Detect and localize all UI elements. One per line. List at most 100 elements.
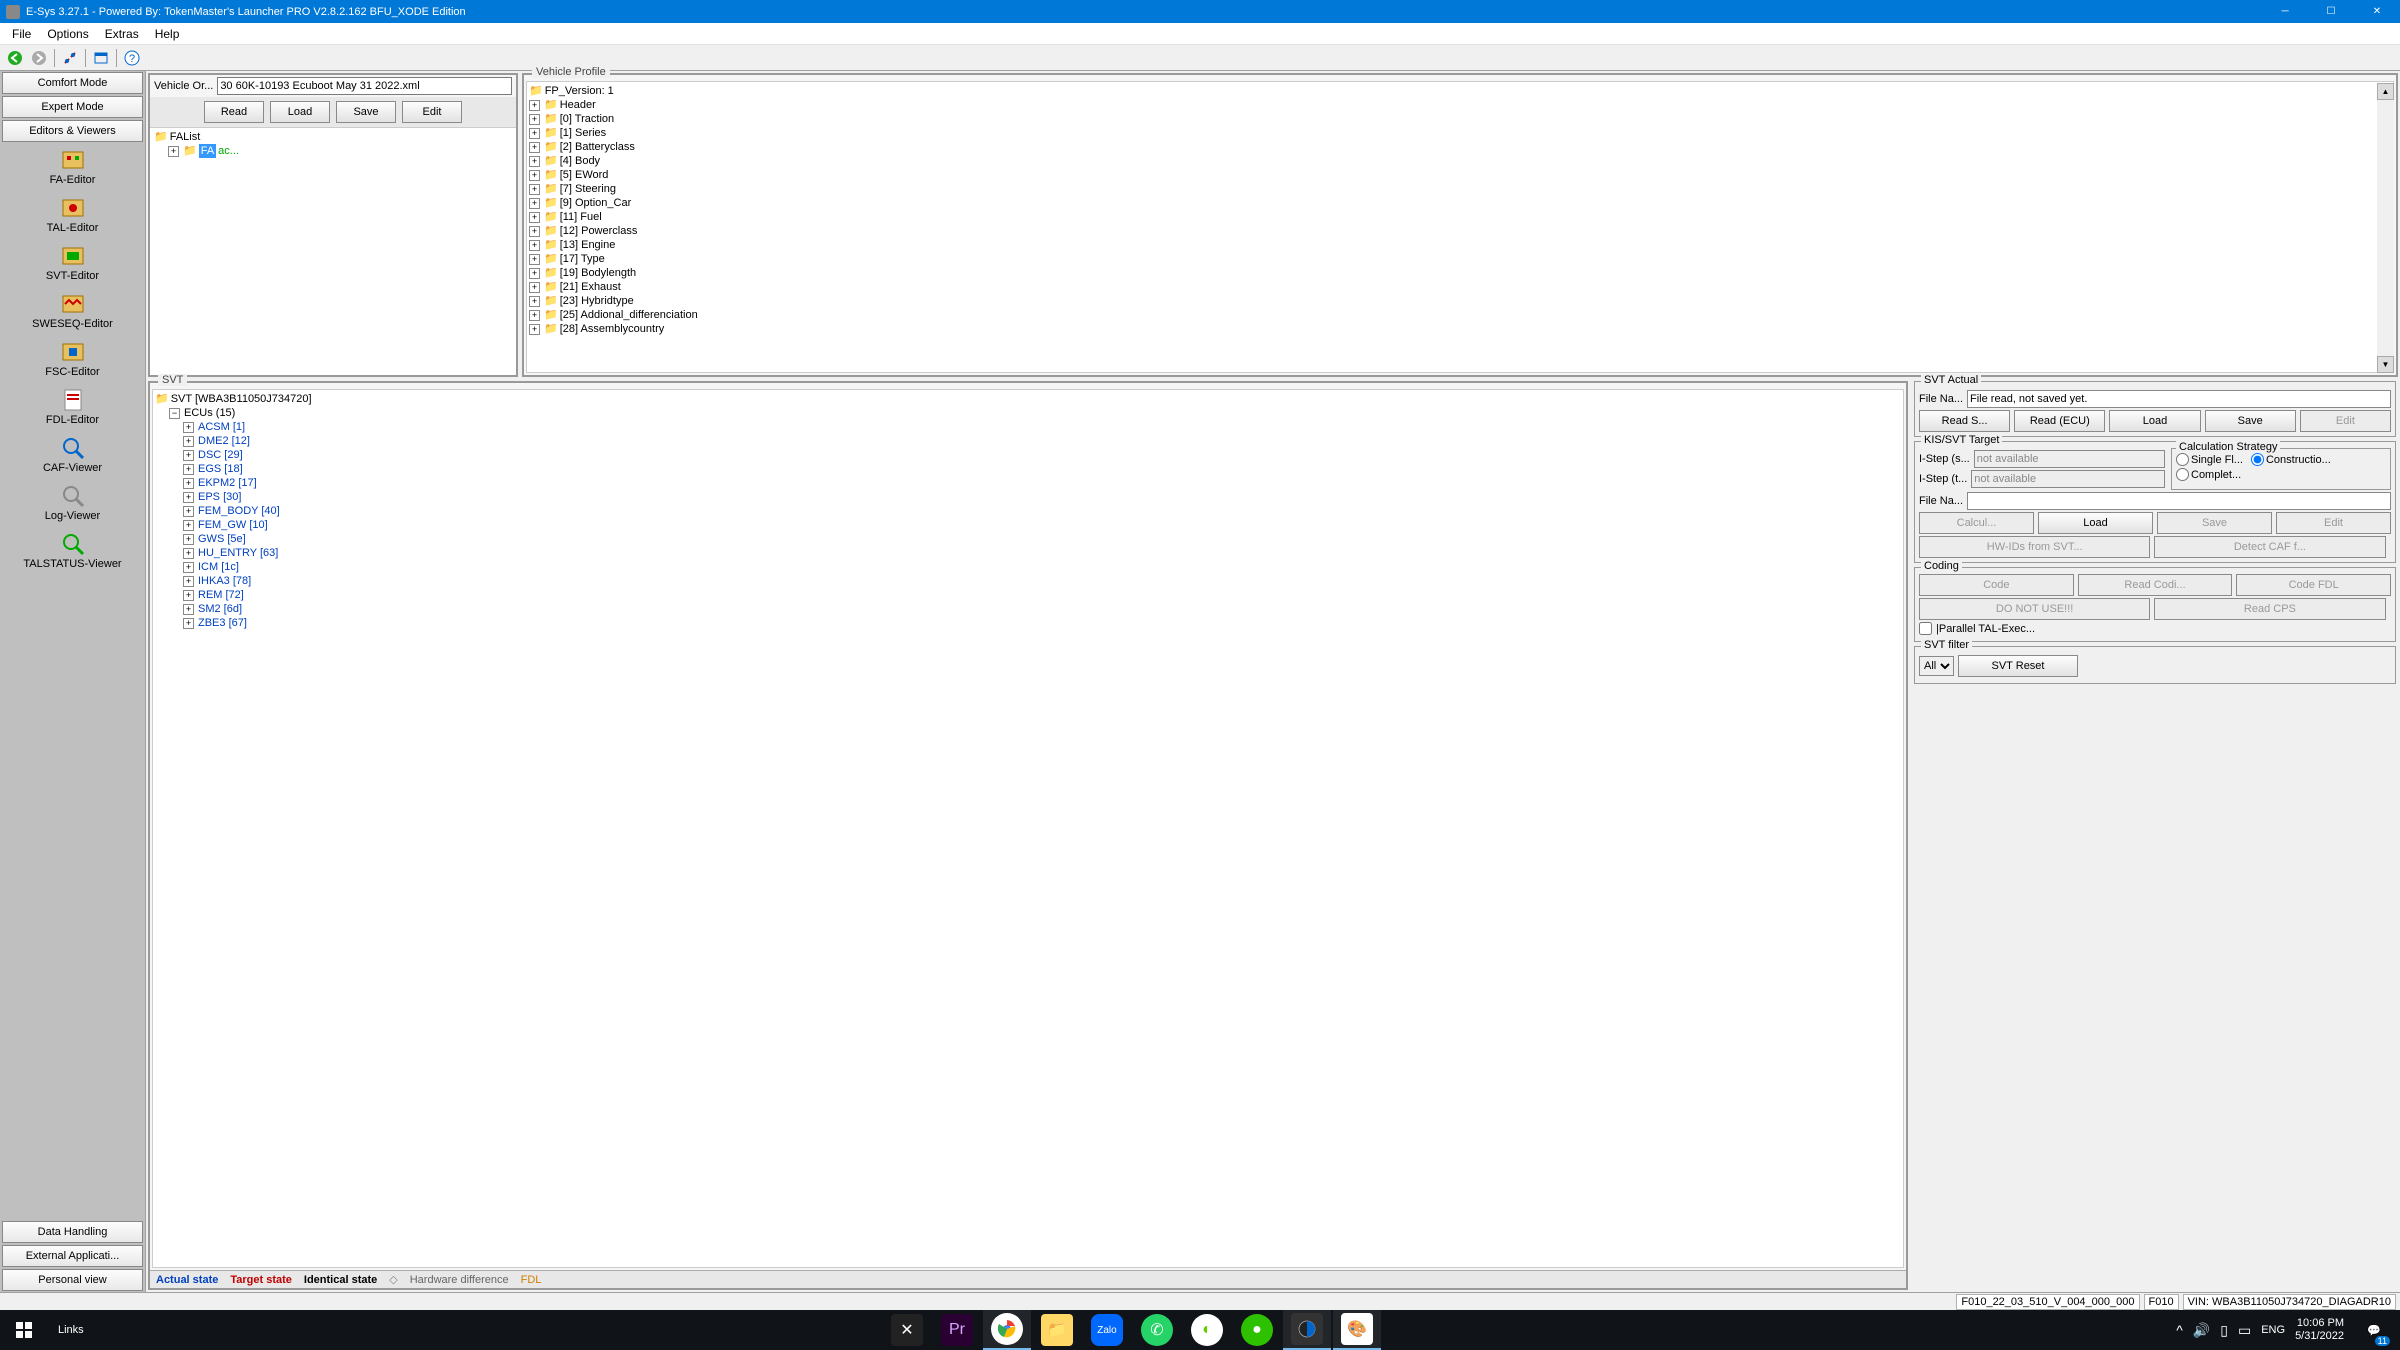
vo-load-button[interactable]: Load — [270, 101, 330, 123]
tray-battery-icon[interactable]: ▭ — [2238, 1322, 2251, 1339]
svt-ecus-node[interactable]: ECUs (15) — [184, 406, 235, 420]
expand-icon[interactable]: + — [183, 604, 194, 615]
ecu-item[interactable]: +ZBE3 [67] — [155, 616, 1901, 630]
taskbar-app-whatsapp[interactable]: ✆ — [1133, 1310, 1181, 1350]
vo-read-button[interactable]: Read — [204, 101, 264, 123]
menu-help[interactable]: Help — [147, 25, 188, 43]
expand-icon[interactable]: + — [529, 212, 540, 223]
ecu-item[interactable]: +GWS [5e] — [155, 532, 1901, 546]
expand-icon[interactable]: + — [529, 114, 540, 125]
tool-svt-editor[interactable]: SVT-Editor — [0, 239, 145, 287]
tool-fdl-editor[interactable]: FDL-Editor — [0, 383, 145, 431]
ecu-item[interactable]: +DSC [29] — [155, 448, 1901, 462]
menu-options[interactable]: Options — [39, 25, 96, 43]
tray-notifications-icon[interactable]: 💬11 — [2354, 1310, 2394, 1350]
expand-icon[interactable]: + — [183, 464, 194, 475]
tool-tal-editor[interactable]: TAL-Editor — [0, 191, 145, 239]
taskbar-app-chrome[interactable] — [983, 1310, 1031, 1350]
ecu-item[interactable]: +FEM_GW [10] — [155, 518, 1901, 532]
expand-icon[interactable]: + — [183, 506, 194, 517]
expand-icon[interactable]: + — [183, 478, 194, 489]
vp-tree[interactable]: 📁FP_Version: 1+📁Header+📁[0] Traction+📁[1… — [526, 81, 2394, 373]
radio-complete[interactable] — [2176, 468, 2189, 481]
tray-language[interactable]: ENG — [2261, 1324, 2285, 1336]
vo-tree[interactable]: 📁FAList +📁FAac... — [150, 127, 516, 375]
tree-node[interactable]: FAList — [170, 130, 201, 144]
svt-actual-file-input[interactable] — [1967, 390, 2391, 408]
vp-tree-item[interactable]: +📁[19] Bodylength — [529, 266, 2391, 280]
parallel-checkbox[interactable] — [1919, 622, 1932, 635]
svt-root[interactable]: SVT [WBA3B11050J734720] — [171, 392, 312, 406]
tool-fa-editor[interactable]: FA-Editor — [0, 143, 145, 191]
expand-icon[interactable]: + — [529, 324, 540, 335]
kis-load-button[interactable]: Load — [2038, 512, 2153, 534]
connect-icon[interactable] — [59, 47, 81, 69]
expand-icon[interactable]: + — [529, 282, 540, 293]
vp-tree-item[interactable]: +📁[5] EWord — [529, 168, 2391, 182]
ecu-item[interactable]: +HU_ENTRY [63] — [155, 546, 1901, 560]
taskbar-app-zalo[interactable]: Zalo — [1083, 1310, 1131, 1350]
mode-expert[interactable]: Expert Mode — [2, 96, 143, 118]
tray-chevron-icon[interactable]: ^ — [2176, 1322, 2183, 1338]
expand-icon[interactable]: + — [529, 156, 540, 167]
expand-icon[interactable]: + — [529, 296, 540, 307]
vp-tree-item[interactable]: +📁[1] Series — [529, 126, 2391, 140]
expand-icon[interactable]: + — [529, 100, 540, 111]
vp-tree-item[interactable]: +📁[0] Traction — [529, 112, 2391, 126]
expand-icon[interactable]: + — [529, 198, 540, 209]
tool-sweseq-editor[interactable]: SWESEQ-Editor — [0, 287, 145, 335]
tray-volume-icon[interactable]: 🔊 — [2193, 1322, 2210, 1339]
ecu-item[interactable]: +EGS [18] — [155, 462, 1901, 476]
vp-tree-item[interactable]: +📁[23] Hybridtype — [529, 294, 2391, 308]
scroll-down-icon[interactable]: ▼ — [2377, 356, 2394, 373]
expand-icon[interactable]: + — [183, 422, 194, 433]
mode-comfort[interactable]: Comfort Mode — [2, 72, 143, 94]
vp-tree-item[interactable]: +📁[7] Steering — [529, 182, 2391, 196]
taskbar-app-xsplit[interactable]: ✕ — [883, 1310, 931, 1350]
ecu-item[interactable]: +FEM_BODY [40] — [155, 504, 1901, 518]
help-icon[interactable]: ? — [121, 47, 143, 69]
expand-icon[interactable]: + — [183, 562, 194, 573]
expand-icon[interactable]: + — [529, 128, 540, 139]
expand-icon[interactable]: + — [183, 534, 194, 545]
vp-tree-item[interactable]: 📁FP_Version: 1 — [529, 84, 2391, 98]
expand-icon[interactable]: + — [183, 492, 194, 503]
expand-icon[interactable]: + — [183, 450, 194, 461]
taskbar-app-wechat[interactable]: ● — [1233, 1310, 1281, 1350]
expand-icon[interactable]: + — [168, 146, 179, 157]
svt-reset-button[interactable]: SVT Reset — [1958, 655, 2078, 677]
vp-tree-item[interactable]: +📁[13] Engine — [529, 238, 2391, 252]
start-button[interactable] — [0, 1310, 48, 1350]
read-s-button[interactable]: Read S... — [1919, 410, 2010, 432]
forward-icon[interactable] — [28, 47, 50, 69]
radio-single[interactable] — [2176, 453, 2189, 466]
vp-tree-item[interactable]: +📁[17] Type — [529, 252, 2391, 266]
expand-icon[interactable]: + — [529, 142, 540, 153]
expand-icon[interactable]: + — [183, 590, 194, 601]
vp-tree-item[interactable]: +📁[21] Exhaust — [529, 280, 2391, 294]
taskbar-search[interactable]: Links — [48, 1324, 94, 1336]
taskbar-app-coccoc[interactable]: ◐ — [1183, 1310, 1231, 1350]
tray-network-icon[interactable]: ▯ — [2220, 1322, 2228, 1339]
tray-clock[interactable]: 10:06 PM 5/31/2022 — [2295, 1317, 2344, 1343]
ecu-item[interactable]: +SM2 [6d] — [155, 602, 1901, 616]
kis-file-input[interactable] — [1967, 492, 2391, 510]
vp-tree-item[interactable]: +📁[2] Batteryclass — [529, 140, 2391, 154]
expand-icon[interactable]: + — [529, 254, 540, 265]
taskbar-app-esys[interactable] — [1283, 1310, 1331, 1350]
ecu-item[interactable]: +REM [72] — [155, 588, 1901, 602]
ecu-item[interactable]: +DME2 [12] — [155, 434, 1901, 448]
expand-icon[interactable]: + — [529, 268, 540, 279]
side-data-handling[interactable]: Data Handling — [2, 1221, 143, 1243]
vp-tree-item[interactable]: +📁Header — [529, 98, 2391, 112]
mode-editors[interactable]: Editors & Viewers — [2, 120, 143, 142]
svt-actual-load-button[interactable]: Load — [2109, 410, 2200, 432]
tool-log-viewer[interactable]: Log-Viewer — [0, 479, 145, 527]
scroll-up-icon[interactable]: ▲ — [2377, 83, 2394, 100]
vp-tree-item[interactable]: +📁[4] Body — [529, 154, 2391, 168]
expand-icon[interactable]: + — [529, 240, 540, 251]
vp-tree-item[interactable]: +📁[25] Addional_differenciation — [529, 308, 2391, 322]
radio-construct[interactable] — [2251, 453, 2264, 466]
tree-node-selected[interactable]: FA — [199, 144, 216, 158]
vp-scrollbar[interactable]: ▲ ▼ — [2377, 83, 2394, 373]
